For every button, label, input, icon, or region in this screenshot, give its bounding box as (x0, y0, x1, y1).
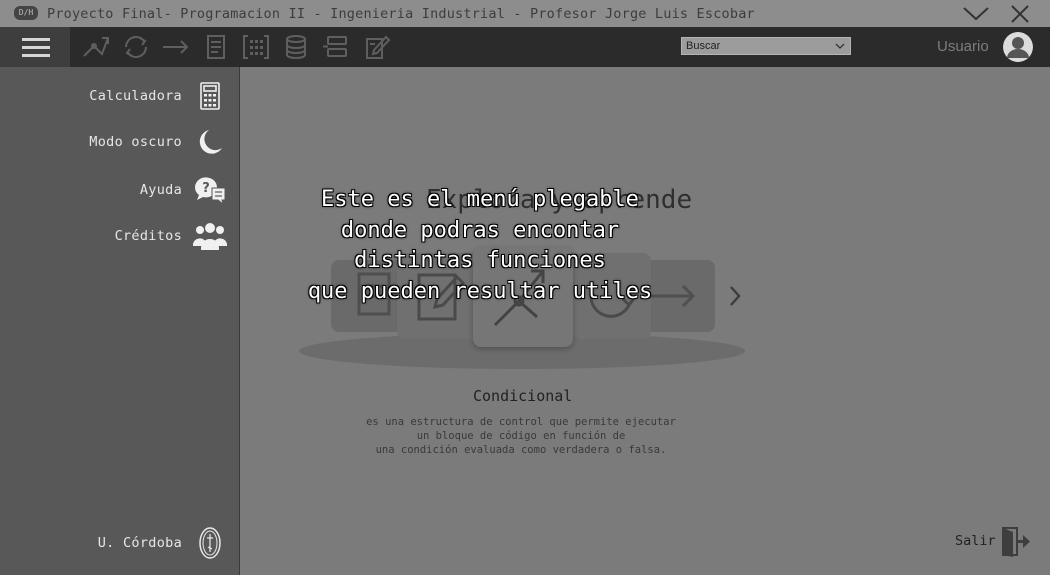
hamburger-menu-button[interactable] (0, 27, 70, 67)
sidebar-item-label: Modo oscuro (89, 134, 182, 150)
tool-edit[interactable] (360, 32, 392, 62)
tool-conditional[interactable] (80, 32, 112, 62)
edit-icon (366, 35, 391, 59)
sidebar-item-label: Créditos (114, 228, 182, 244)
database-icon (286, 35, 306, 59)
title-bar: D/H Proyecto Final- Programacion II - In… (0, 0, 1050, 27)
conditional-icon (83, 37, 109, 57)
loop-icon (125, 36, 147, 58)
chevron-down-icon (835, 43, 845, 49)
list-icon (323, 36, 347, 57)
user-avatar-icon (1003, 32, 1033, 62)
sidebar-item-creditos[interactable]: Créditos (0, 218, 240, 254)
university-seal-icon (192, 527, 228, 559)
tool-database[interactable] (280, 32, 312, 62)
hamburger-bar (22, 46, 50, 49)
chevron-right-icon (730, 286, 741, 306)
concept-description: es una estructura de control que permite… (366, 416, 676, 456)
sidebar-item-label: Ayuda (139, 182, 182, 198)
toolbar: Buscar Usuario (0, 27, 1050, 67)
exit-door-icon (1002, 527, 1030, 557)
app-logo: D/H (14, 6, 38, 20)
arrow-right-icon (163, 40, 189, 54)
university-label: U. Córdoba (97, 535, 182, 551)
sidebar-item-ayuda[interactable]: Ayuda ? (0, 172, 240, 208)
help-chat-icon: ? (192, 174, 228, 206)
sidebar-footer-universidad: U. Córdoba (0, 525, 240, 561)
user-label[interactable]: Usuario (937, 38, 989, 55)
tool-matrix[interactable] (240, 32, 272, 62)
hamburger-icon (22, 38, 50, 41)
exit-button[interactable] (999, 525, 1031, 557)
document-icon (207, 35, 225, 59)
tool-sequence[interactable] (160, 32, 192, 62)
hamburger-bar (22, 54, 50, 57)
matrix-icon (243, 35, 269, 59)
main-content: Explora y aprende Condicional es una est… (241, 67, 1050, 575)
svg-text:?: ? (202, 181, 210, 196)
menu-tooltip-text: Este es el menú plegable donde podras en… (307, 187, 653, 304)
moon-icon (192, 126, 228, 158)
tool-document[interactable] (200, 32, 232, 62)
avatar[interactable] (1003, 32, 1033, 62)
sidebar-item-modo-oscuro[interactable]: Modo oscuro (0, 124, 240, 160)
concept-title: Condicional (473, 387, 573, 405)
tool-list[interactable] (320, 32, 352, 62)
search-select-value: Buscar (686, 40, 721, 52)
minimize-button[interactable] (962, 4, 990, 24)
users-icon (192, 220, 228, 252)
close-button[interactable] (1006, 4, 1034, 24)
window-title: Proyecto Final- Programacion II - Ingeni… (47, 6, 755, 22)
tool-loop[interactable] (120, 32, 152, 62)
calculator-icon (192, 80, 228, 112)
sidebar-item-label: Calculadora (89, 88, 182, 104)
sidebar: Calculadora Modo oscuro Ayuda ? Créditos… (0, 67, 240, 575)
exit-label[interactable]: Salir (955, 533, 996, 549)
sidebar-item-calculadora[interactable]: Calculadora (0, 78, 240, 114)
search-select[interactable]: Buscar (681, 37, 851, 55)
close-icon (1011, 5, 1029, 23)
chevron-down-icon (963, 7, 989, 21)
carousel-next-button[interactable] (725, 283, 745, 309)
